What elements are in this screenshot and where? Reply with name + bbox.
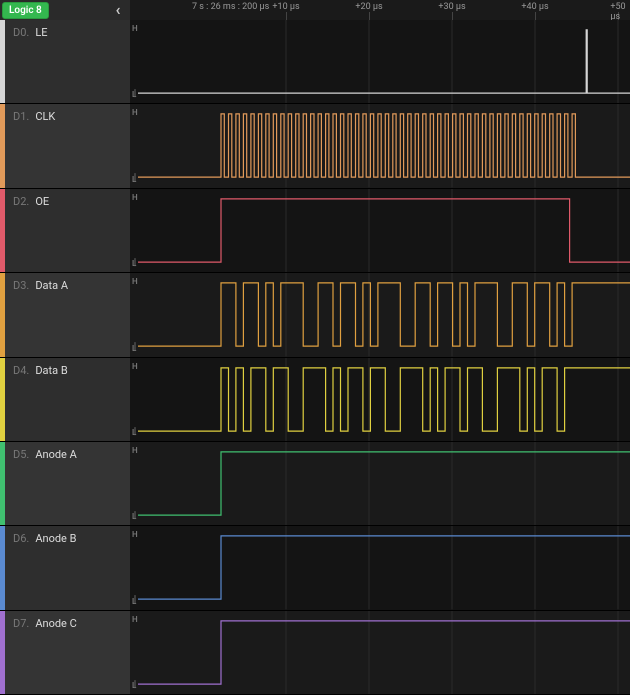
device-badge[interactable]: Logic 8 — [2, 2, 49, 19]
sidebar-header: Logic 8 ‹ — [0, 0, 130, 20]
waveform-svg — [130, 611, 630, 694]
ruler-tick-label: +30 µs — [438, 2, 465, 12]
waveform-svg — [130, 104, 630, 187]
channel-id: D6. — [13, 532, 29, 603]
channel-name: CLK — [35, 110, 55, 181]
signal-trace — [138, 367, 630, 430]
waveform-area[interactable]: HL — [130, 358, 630, 441]
waveform-svg — [130, 189, 630, 272]
signal-trace — [138, 452, 630, 515]
chevron-left-icon: ‹ — [116, 0, 121, 19]
channel-row: D7. Anode C HL — [0, 611, 630, 695]
waveform-area[interactable]: HL — [130, 611, 630, 694]
channel-id: D7. — [13, 617, 29, 688]
channel-name: LE — [35, 26, 47, 97]
waveform-svg — [130, 358, 630, 441]
waveform-area[interactable]: HL — [130, 104, 630, 187]
ruler-tick-label: +50 µs — [610, 2, 625, 22]
waveform-area[interactable]: HL — [130, 189, 630, 272]
signal-trace — [138, 621, 630, 684]
channel-name: Data B — [35, 364, 67, 435]
waveform-svg — [130, 526, 630, 609]
channel-label[interactable]: D0. LE — [5, 20, 130, 103]
channel-label[interactable]: D2. OE — [5, 189, 130, 272]
ruler-tick-label: +40 µs — [521, 2, 548, 12]
channel-name: Anode B — [35, 532, 76, 603]
signal-trace — [138, 199, 630, 262]
collapse-sidebar-button[interactable]: ‹ — [110, 1, 126, 17]
channel-row: D1. CLK HL — [0, 104, 630, 188]
waveform-area[interactable]: HL — [130, 273, 630, 356]
channel-row: D0. LE HL — [0, 20, 630, 104]
signal-trace — [138, 30, 630, 93]
signal-trace — [138, 536, 630, 599]
channel-row: D5. Anode A HL — [0, 442, 630, 526]
ruler-tick-label: +20 µs — [355, 2, 382, 12]
waveform-svg — [130, 442, 630, 525]
signal-trace — [138, 283, 630, 346]
channel-rows: D0. LE HL D1. CLK HL D2. OE HL D3. Data A HL D4. Data… — [0, 20, 630, 695]
ruler-tick — [369, 12, 370, 20]
channel-id: D0. — [13, 26, 29, 97]
channel-label[interactable]: D7. Anode C — [5, 611, 130, 694]
waveform-svg — [130, 20, 630, 103]
channel-label[interactable]: D3. Data A — [5, 273, 130, 356]
channel-id: D1. — [13, 110, 29, 181]
channel-label[interactable]: D5. Anode A — [5, 442, 130, 525]
waveform-area[interactable]: HL — [130, 20, 630, 103]
channel-id: D4. — [13, 364, 29, 435]
waveform-svg — [130, 273, 630, 356]
channel-row: D2. OE HL — [0, 189, 630, 273]
channel-row: D6. Anode B HL — [0, 526, 630, 610]
channel-label[interactable]: D6. Anode B — [5, 526, 130, 609]
channel-id: D2. — [13, 195, 29, 266]
time-ruler[interactable]: 7 s : 26 ms : 200 µs +10 µs +20 µs +30 µs +… — [130, 0, 630, 20]
channel-label[interactable]: D1. CLK — [5, 104, 130, 187]
ruler-tick — [452, 12, 453, 20]
waveform-area[interactable]: HL — [130, 526, 630, 609]
ruler-tick — [535, 12, 536, 20]
channel-row: D4. Data B HL — [0, 358, 630, 442]
ruler-tick — [286, 12, 287, 20]
channel-id: D5. — [13, 448, 29, 519]
channel-name: OE — [35, 195, 49, 266]
channel-row: D3. Data A HL — [0, 273, 630, 357]
ruler-tick-label: +10 µs — [272, 2, 299, 12]
channel-label[interactable]: D4. Data B — [5, 358, 130, 441]
waveform-area[interactable]: HL — [130, 442, 630, 525]
channel-name: Anode A — [35, 448, 76, 519]
channel-name: Anode C — [35, 617, 76, 688]
timebase-readout: 7 s : 26 ms : 200 µs — [192, 2, 269, 12]
channel-id: D3. — [13, 279, 29, 350]
channel-name: Data A — [35, 279, 68, 350]
signal-trace — [138, 114, 630, 177]
